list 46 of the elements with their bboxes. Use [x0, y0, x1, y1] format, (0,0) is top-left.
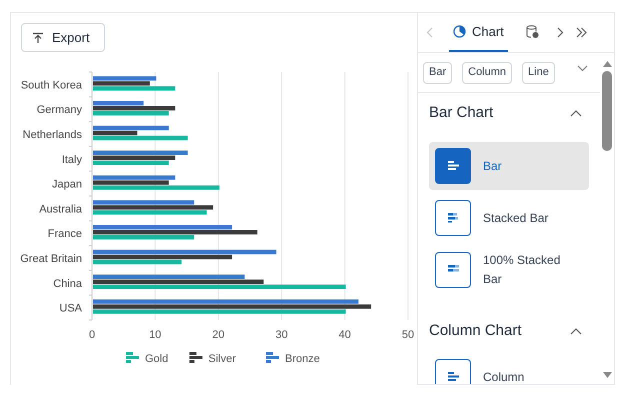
legend-label[interactable]: Gold	[145, 353, 168, 365]
category-label: Germany	[36, 104, 82, 116]
filter-chip[interactable]: Bar	[423, 62, 452, 84]
chart-type-item[interactable]: Stacked Bar	[429, 194, 589, 242]
chevron-up-icon[interactable]	[570, 110, 582, 116]
legend-label[interactable]: Bronze	[285, 353, 320, 365]
category-label: Japan	[52, 178, 82, 191]
category-label: China	[53, 278, 82, 290]
database-icon	[526, 24, 539, 38]
axis-tick-label: 30	[275, 329, 288, 341]
section-title: Column Chart	[429, 320, 522, 341]
chevron-right-icon[interactable]	[556, 27, 564, 38]
double-chevron-right-icon[interactable]	[576, 27, 587, 38]
chart-type-item[interactable]: Column	[429, 353, 589, 384]
axis-tick-label: 40	[338, 329, 351, 341]
scroll-down-icon[interactable]	[602, 372, 612, 378]
chevron-down-icon[interactable]	[576, 65, 588, 72]
pie-chart-icon	[453, 25, 466, 38]
upload-icon	[32, 32, 44, 44]
category-label: South Korea	[20, 79, 82, 92]
legend-label[interactable]: Silver	[208, 353, 236, 365]
category-label: Italy	[62, 154, 82, 166]
category-label: Australia	[39, 203, 82, 216]
filter-chip[interactable]: Line	[522, 62, 555, 84]
axis-tick-label: 20	[212, 329, 225, 341]
panel-tab[interactable]: Chart	[449, 13, 508, 52]
axis-tick-label: 0	[88, 329, 96, 341]
chart-type-item[interactable]: 100% Stacked Bar	[429, 246, 589, 294]
filter-chip[interactable]: Column	[462, 62, 512, 84]
scroll-up-icon[interactable]	[602, 61, 612, 67]
scrollbar-thumb[interactable]	[602, 71, 612, 151]
section-header[interactable]: Column Chart	[418, 311, 600, 351]
category-label: Great Britain	[20, 253, 82, 265]
chart-type-icon	[435, 200, 471, 236]
axis-tick-label: 50	[402, 329, 414, 341]
category-label: USA	[59, 302, 82, 315]
chart-type-icon	[435, 252, 471, 288]
category-label: Netherlands	[22, 129, 82, 141]
section-title: Bar Chart	[429, 102, 494, 123]
category-label: France	[48, 228, 82, 240]
chart-type-icon	[435, 148, 471, 184]
chart-type-item[interactable]: Bar	[429, 142, 589, 190]
chevron-up-icon[interactable]	[570, 328, 582, 334]
section-header[interactable]: Bar Chart	[418, 93, 600, 133]
export-button[interactable]: Export	[21, 23, 105, 52]
axis-tick-label: 10	[149, 329, 162, 341]
